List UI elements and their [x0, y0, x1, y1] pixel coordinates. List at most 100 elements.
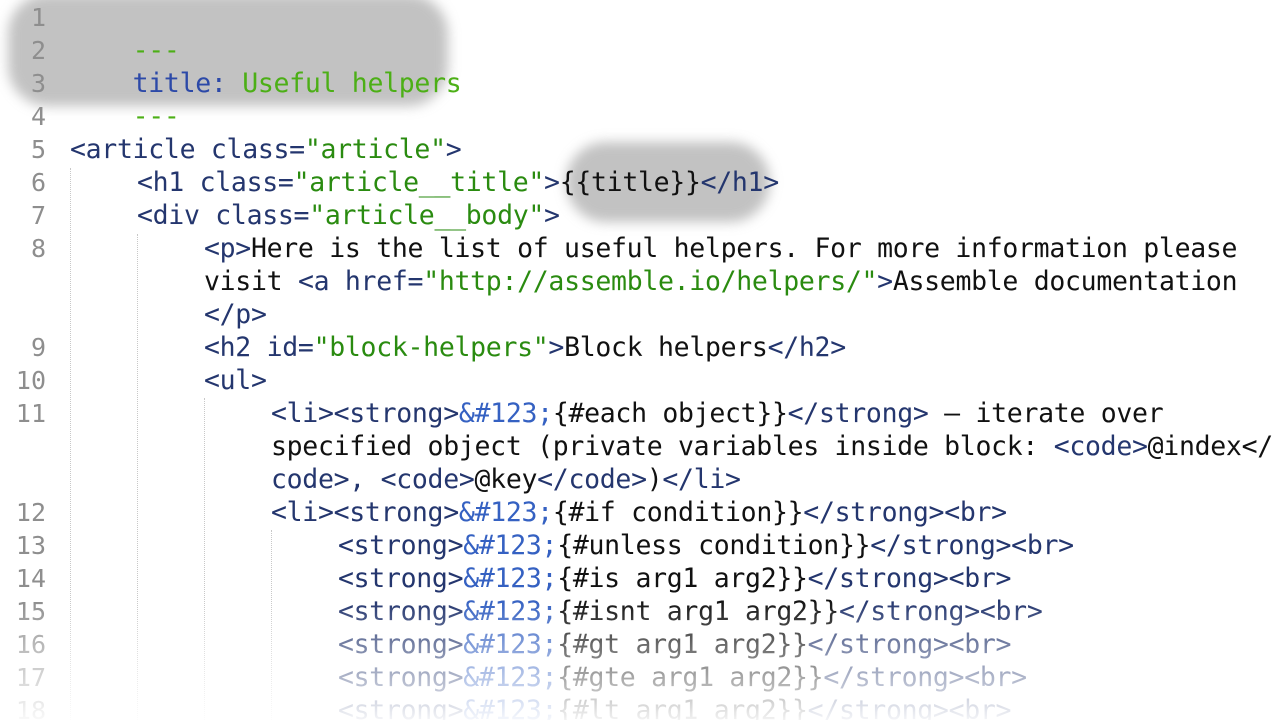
text-content: specified object (private variables insi…	[271, 431, 1054, 462]
attribute-value: "block-helpers"	[313, 332, 549, 363]
html-tag: </li>	[662, 464, 741, 495]
line-number: 9	[30, 333, 46, 362]
html-tag: <li>	[271, 497, 334, 528]
html-tag: <br>	[1011, 530, 1074, 561]
code-line: <strong>&#123;{#gt arg1 arg2}}</strong><…	[338, 628, 1011, 661]
code-editor[interactable]: 1 2 3 4 5 6 7 8 9 10 11 12 13 14 15 16 1…	[0, 0, 1280, 720]
html-tag: <strong>	[338, 596, 464, 627]
line-number: 16	[15, 630, 46, 659]
html-tag: >	[544, 200, 560, 231]
text-content: Here is the list of useful helpers. For …	[250, 233, 1238, 264]
code-line-wrap: visit <a href="http://assemble.io/helper…	[204, 265, 1238, 298]
code-line-wrap: </p>	[204, 298, 267, 331]
code-line-wrap: specified object (private variables insi…	[271, 430, 1273, 463]
html-tag: <br>	[948, 695, 1012, 720]
html-entity: &#123;	[463, 629, 558, 660]
html-entity: &#123;	[463, 596, 558, 627]
handlebars-expression: {#each object}}	[552, 398, 788, 429]
handlebars-expression: {#is arg1 arg2}}	[557, 563, 808, 594]
html-tag: </h2>	[767, 332, 847, 363]
line-number: 3	[30, 69, 46, 98]
html-tag: >	[445, 134, 462, 165]
html-entity: &#123;	[463, 530, 558, 561]
line-number: 15	[15, 597, 46, 626]
text-content: Block helpers	[564, 332, 768, 363]
html-tag: >	[877, 266, 893, 297]
html-tag: <div	[137, 200, 216, 231]
code-line: <li><strong>&#123;{#each object}}</stron…	[271, 397, 1164, 430]
text-content: )	[646, 464, 663, 495]
line-number: 10	[15, 366, 46, 395]
html-tag: <strong>	[338, 530, 464, 561]
html-tag: </code>	[537, 464, 647, 495]
html-attribute: href=	[344, 266, 424, 297]
html-tag: </strong>	[807, 563, 949, 594]
html-tag: <a	[297, 266, 345, 297]
html-tag: code>,	[271, 464, 381, 495]
html-tag: <ul>	[204, 365, 267, 396]
html-tag: </strong>	[803, 497, 945, 528]
code-line: <div class="article__body">	[137, 199, 560, 232]
line-number: 6	[30, 168, 46, 197]
html-tag: </h1>	[700, 167, 780, 198]
html-tag: <strong>	[338, 662, 464, 693]
html-tag: <strong>	[338, 629, 464, 660]
indent-guide	[271, 530, 272, 720]
text-content: visit	[204, 266, 298, 297]
html-tag: <article	[70, 134, 211, 165]
handlebars-expression: {#if condition}}	[552, 497, 804, 528]
html-tag: <p>	[204, 233, 251, 264]
attribute-value: "http://assemble.io/helpers/"	[423, 266, 878, 297]
line-number: 13	[15, 531, 46, 560]
indent-guide	[70, 168, 71, 720]
html-entity: &#123;	[458, 497, 553, 528]
attribute-value: "article__title"	[293, 167, 545, 198]
text-content: @index</	[1147, 431, 1274, 462]
handlebars-expression: {#gt arg1 arg2}}	[557, 629, 808, 660]
text-content: — iterate over	[928, 398, 1164, 429]
html-tag: </p>	[204, 299, 267, 330]
line-number: 2	[30, 36, 46, 65]
html-tag: <strong>	[333, 497, 460, 528]
line-number: 14	[15, 564, 46, 593]
html-tag: <br>	[948, 629, 1012, 660]
html-tag: <code>	[1053, 431, 1148, 462]
html-entity: &#123;	[463, 662, 558, 693]
html-tag: <strong>	[333, 398, 460, 429]
html-tag: <h2	[204, 332, 267, 363]
handlebars-expression: {#isnt arg1 arg2}}	[557, 596, 839, 627]
html-tag: </strong>	[787, 398, 929, 429]
html-tag: <br>	[964, 662, 1027, 693]
handlebars-expression: {#lt arg1 arg2}}	[557, 695, 808, 720]
line-number: 18	[15, 696, 46, 720]
line-number: 5	[30, 135, 46, 164]
html-tag: <code>	[380, 464, 475, 495]
line-number: 1	[30, 3, 46, 32]
html-entity: &#123;	[463, 563, 558, 594]
html-tag: <strong>	[338, 695, 464, 720]
line-number: 4	[30, 102, 46, 131]
html-attribute: class=	[199, 167, 294, 198]
code-line: <strong>&#123;{#gte arg1 arg2}}</strong>…	[338, 661, 1027, 694]
code-line: <h1 class="article__title">{{title}}</h1…	[137, 166, 779, 199]
html-tag: </strong>	[823, 662, 965, 693]
html-tag: </strong>	[807, 695, 949, 720]
line-number: 7	[30, 201, 46, 230]
code-line: <li><strong>&#123;{#if condition}}</stro…	[271, 496, 1007, 529]
html-tag: </strong>	[838, 596, 980, 627]
code-line: <strong>&#123;{#unless condition}}</stro…	[338, 529, 1074, 562]
handlebars-expression: {#gte arg1 arg2}}	[557, 662, 824, 693]
indent-guide	[137, 234, 138, 720]
line-number: 17	[15, 663, 46, 692]
code-line: <p>Here is the list of useful helpers. F…	[204, 232, 1238, 265]
code-line: <strong>&#123;{#is arg1 arg2}}</strong><…	[338, 562, 1011, 595]
frontmatter-value: Useful helpers	[242, 68, 462, 99]
html-tag: <br>	[948, 563, 1012, 594]
indent-guide	[204, 398, 205, 720]
html-tag: <strong>	[338, 563, 464, 594]
html-entity: &#123;	[458, 398, 553, 429]
html-tag: >	[548, 332, 565, 363]
attribute-value: "article"	[304, 134, 446, 165]
handlebars-expression: {#unless condition}}	[557, 530, 871, 561]
line-number: 8	[30, 234, 46, 263]
